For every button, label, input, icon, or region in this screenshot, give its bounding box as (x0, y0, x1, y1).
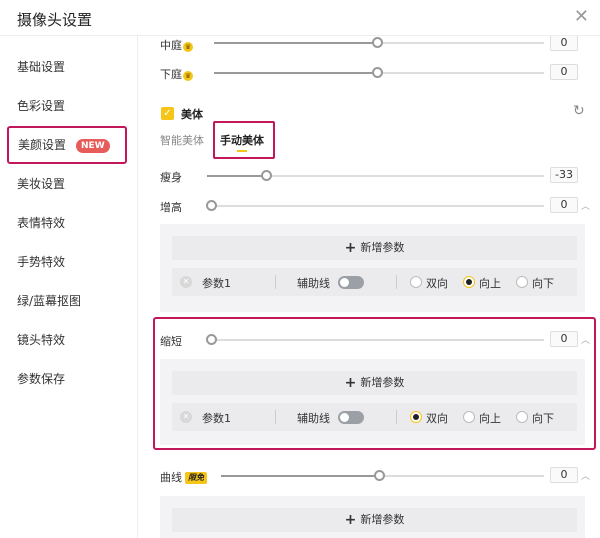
radio-down[interactable] (516, 276, 528, 288)
slider-fill (207, 175, 265, 177)
sidebar-item-label: 美颜设置 (18, 138, 67, 152)
slider-fill (221, 475, 379, 477)
remove-param-icon[interactable]: ✕ (180, 276, 192, 288)
radio-both[interactable] (410, 276, 422, 288)
slider-label-height: 增高 (160, 201, 182, 214)
param-name: 参数1 (202, 277, 231, 290)
slider-track-slim[interactable] (207, 175, 544, 177)
slider-label-curve: 曲线 限免 (160, 469, 207, 485)
slider-label-shorten: 缩短 (160, 335, 182, 348)
body-checkbox[interactable]: ✓ (161, 107, 174, 120)
plus-icon: + (344, 240, 357, 256)
content-area: 中庭 ♛ 0 下庭 ♛ 0 ✓ 美体 ↻ 智能美体 手动美体 瘦身 -33 增高 0… (139, 36, 600, 538)
aux-line-toggle[interactable] (338, 276, 364, 289)
radio-label-both: 双向 (426, 277, 448, 290)
param-panel-2: + 新增参数 ✕ 参数1 辅助线 双向 向上 向下 (160, 359, 585, 445)
divider (275, 275, 276, 289)
radio-both[interactable] (410, 411, 422, 423)
sidebar-item-label: 镜头特效 (17, 333, 66, 347)
sidebar: 基础设置 色彩设置 美颜设置 NEW 美妆设置 表情特效 手势特效 绿/蓝幕抠图 … (0, 36, 138, 538)
sidebar-item-label: 手势特效 (17, 255, 66, 269)
slider-label-middle: 中庭 ♛ (160, 39, 193, 52)
radio-label-up: 向上 (479, 412, 501, 425)
value-curve[interactable]: 0 (550, 467, 578, 483)
value-shorten[interactable]: 0 (550, 331, 578, 347)
new-badge: NEW (76, 139, 110, 153)
radio-label-down: 向下 (532, 412, 554, 425)
add-param-label: 新增参数 (360, 513, 405, 526)
tab-underline (237, 150, 247, 152)
slider-track-shorten[interactable] (207, 339, 544, 341)
sidebar-item-label: 绿/蓝幕抠图 (17, 294, 82, 308)
param-panel-3: + 新增参数 (160, 496, 585, 538)
sidebar-item-color[interactable]: 色彩设置 (0, 87, 138, 125)
radio-up[interactable] (463, 411, 475, 423)
sidebar-item-beauty[interactable]: 美颜设置 NEW (7, 126, 127, 164)
radio-label-down: 向下 (532, 277, 554, 290)
sidebar-item-save[interactable]: 参数保存 (0, 360, 138, 398)
value-middle[interactable]: 0 (550, 36, 578, 51)
slider-track-height[interactable] (207, 205, 544, 207)
add-param-button[interactable]: + 新增参数 (172, 371, 577, 395)
tab-smart-body[interactable]: 智能美体 (160, 132, 204, 148)
slider-knob-lower[interactable] (372, 67, 383, 78)
value-slim[interactable]: -33 (550, 167, 578, 183)
radio-label-both: 双向 (426, 412, 448, 425)
value-height[interactable]: 0 (550, 197, 578, 213)
sidebar-item-lens[interactable]: 镜头特效 (0, 321, 138, 359)
param-panel-1: + 新增参数 ✕ 参数1 辅助线 双向 向上 向下 (160, 224, 585, 312)
radio-label-up: 向上 (479, 277, 501, 290)
sidebar-item-label: 美妆设置 (17, 177, 66, 191)
sidebar-item-label: 表情特效 (17, 216, 66, 230)
collapse-icon[interactable]: ︿ (581, 199, 590, 212)
divider (396, 410, 397, 424)
window-title: 摄像头设置 (17, 11, 93, 29)
slider-knob-middle[interactable] (372, 37, 383, 48)
param-name: 参数1 (202, 412, 231, 425)
aux-line-label: 辅助线 (297, 412, 330, 425)
add-param-label: 新增参数 (360, 241, 405, 254)
add-param-button[interactable]: + 新增参数 (172, 508, 577, 532)
title-bar: 摄像头设置 ✕ (0, 0, 600, 36)
aux-line-label: 辅助线 (297, 277, 330, 290)
sidebar-item-expression[interactable]: 表情特效 (0, 204, 138, 242)
sidebar-item-gesture[interactable]: 手势特效 (0, 243, 138, 281)
slider-label-lower: 下庭 ♛ (160, 68, 193, 81)
divider (275, 410, 276, 424)
crown-icon: ♛ (183, 71, 193, 81)
slider-fill (214, 42, 378, 44)
collapse-icon[interactable]: ︿ (581, 469, 590, 482)
tab-manual-body[interactable]: 手动美体 (220, 132, 264, 148)
free-tag: 限免 (185, 472, 207, 484)
plus-icon: + (344, 375, 357, 391)
remove-param-icon[interactable]: ✕ (180, 411, 192, 423)
slider-knob-curve[interactable] (374, 470, 385, 481)
divider (396, 275, 397, 289)
radio-up[interactable] (463, 276, 475, 288)
close-icon[interactable]: ✕ (574, 7, 589, 27)
param-row: ✕ 参数1 辅助线 双向 向上 向下 (172, 403, 577, 431)
refresh-icon[interactable]: ↻ (573, 103, 585, 119)
param-row: ✕ 参数1 辅助线 双向 向上 向下 (172, 268, 577, 296)
collapse-icon[interactable]: ︿ (581, 333, 590, 346)
sidebar-item-basic[interactable]: 基础设置 (0, 48, 138, 86)
sidebar-item-label: 色彩设置 (17, 99, 66, 113)
sidebar-item-label: 基础设置 (17, 60, 66, 74)
sidebar-item-makeup[interactable]: 美妆设置 (0, 165, 138, 203)
plus-icon: + (344, 512, 357, 528)
slider-label-slim: 瘦身 (160, 171, 182, 184)
add-param-label: 新增参数 (360, 376, 405, 389)
sidebar-item-greenscreen[interactable]: 绿/蓝幕抠图 (0, 282, 138, 320)
slider-fill (214, 72, 378, 74)
add-param-button[interactable]: + 新增参数 (172, 236, 577, 260)
radio-down[interactable] (516, 411, 528, 423)
slider-knob-height[interactable] (206, 200, 217, 211)
aux-line-toggle[interactable] (338, 411, 364, 424)
slider-knob-slim[interactable] (261, 170, 272, 181)
crown-icon: ♛ (183, 42, 193, 52)
value-lower[interactable]: 0 (550, 64, 578, 80)
sidebar-item-label: 参数保存 (17, 372, 66, 386)
body-section-title: 美体 (181, 108, 203, 121)
slider-knob-shorten[interactable] (206, 334, 217, 345)
